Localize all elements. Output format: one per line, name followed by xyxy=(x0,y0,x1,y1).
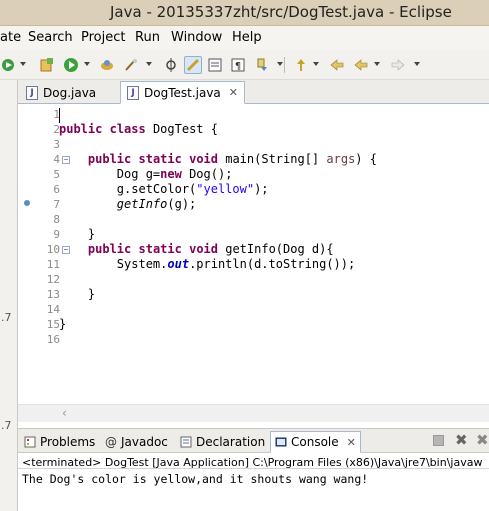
console-output: The Dog's color is yellow,and it shouts … xyxy=(22,472,369,486)
open-type-icon[interactable] xyxy=(98,56,116,74)
menu-project[interactable]: Project xyxy=(81,30,125,45)
javadoc-icon: @ xyxy=(105,435,117,449)
line-number: 9 xyxy=(53,228,60,241)
left-fragment-2: .7 xyxy=(1,419,12,432)
text-cursor xyxy=(59,108,60,123)
back-dropdown-icon[interactable] xyxy=(374,62,380,66)
scroll-left-icon[interactable]: ‹ xyxy=(62,406,67,420)
next-annotation-icon[interactable] xyxy=(162,56,180,74)
terminate-icon[interactable] xyxy=(433,435,444,446)
tab-label: Dog.java xyxy=(43,85,97,100)
close-icon[interactable]: ✕ xyxy=(229,86,238,99)
line-number: 15 xyxy=(46,318,60,331)
menu-window[interactable]: Window xyxy=(171,30,222,45)
line-number: 5 xyxy=(53,168,60,181)
console-view[interactable]: <terminated> DogTest [Java Application] … xyxy=(18,453,489,511)
remove-all-icon[interactable]: ✖ xyxy=(476,431,489,449)
tab-problems[interactable]: Problems xyxy=(20,431,99,453)
menu-search[interactable]: Search xyxy=(28,30,73,45)
line-number: 4 xyxy=(53,153,60,166)
tab-dog-java[interactable]: J Dog.java xyxy=(20,81,102,104)
line-number: 1 xyxy=(53,108,60,121)
bottom-view-tabs: Problems @ Javadoc Declaration Console ✕… xyxy=(18,428,489,453)
line-number: 16 xyxy=(46,333,60,346)
line-number: 3 xyxy=(53,138,60,151)
toolbar: ¶ xyxy=(0,50,489,80)
mark-occurrences-icon[interactable] xyxy=(184,56,202,74)
search-icon[interactable] xyxy=(122,56,140,74)
code-line-4: public static void main(String[] args) { xyxy=(87,152,377,166)
breakpoint-marker-icon[interactable] xyxy=(24,200,30,206)
code-line-6: g.setColor("yellow"); xyxy=(116,182,269,196)
back-icon[interactable] xyxy=(352,56,370,74)
tab-label: Problems xyxy=(40,435,96,449)
pin-dropdown-icon[interactable] xyxy=(277,62,283,66)
code-line-7: getInfo(g); xyxy=(116,197,197,211)
console-icon xyxy=(275,437,287,447)
code-line-9: } xyxy=(87,227,96,241)
forward-icon[interactable] xyxy=(389,56,407,74)
tab-label: Console xyxy=(291,435,339,449)
menu-run[interactable]: Run xyxy=(135,30,160,45)
menu-bar: ate Search Project Run Window Help xyxy=(0,26,489,50)
tab-declaration[interactable]: Declaration xyxy=(176,431,269,453)
left-view-strip: .7 .7 xyxy=(0,80,18,511)
java-file-icon: J xyxy=(26,85,38,100)
tab-label: Declaration xyxy=(196,435,266,449)
new-icon[interactable] xyxy=(38,56,56,74)
problems-icon xyxy=(24,436,36,448)
svg-text:¶: ¶ xyxy=(235,61,241,72)
line-number: 11 xyxy=(46,258,60,271)
title-bar: Java - 20135337zht/src/DogTest.java - Ec… xyxy=(0,0,489,26)
line-number: 8 xyxy=(53,213,60,226)
tab-javadoc[interactable]: @ Javadoc xyxy=(101,431,172,453)
line-number: 7 xyxy=(53,198,60,211)
declaration-icon xyxy=(180,436,192,448)
tab-dogtest-java[interactable]: J DogTest.java ✕ xyxy=(120,81,246,104)
line-number: 13 xyxy=(46,288,60,301)
search-dropdown-icon[interactable] xyxy=(146,62,152,66)
line-number: 14 xyxy=(46,303,60,316)
left-fragment-1: .7 xyxy=(1,311,12,324)
tab-console[interactable]: Console ✕ xyxy=(270,431,361,453)
menu-help[interactable]: Help xyxy=(232,30,262,45)
remove-launch-icon[interactable]: ✖ xyxy=(455,431,468,449)
console-divider xyxy=(18,468,489,469)
code-editor[interactable]: 1 2 3 4 5 6 7 8 9 10 11 12 13 14 15 16 −… xyxy=(18,104,489,404)
close-icon[interactable]: ✕ xyxy=(347,436,356,449)
code-line-5: Dog g=new Dog(); xyxy=(116,167,233,181)
forward-dropdown-icon[interactable] xyxy=(414,62,420,66)
code-line-15: } xyxy=(59,317,67,331)
tab-label: Javadoc xyxy=(121,435,168,449)
line-number: 6 xyxy=(53,183,60,196)
last-edit-icon[interactable] xyxy=(328,56,346,74)
editor-tabs: J Dog.java J DogTest.java ✕ xyxy=(18,80,489,104)
code-line-11: System.out.println(d.toString()); xyxy=(116,257,356,271)
debug-dropdown-icon[interactable] xyxy=(20,62,26,66)
code-line-2: public class DogTest { xyxy=(59,122,218,136)
code-line-10: public static void getInfo(Dog d){ xyxy=(87,242,334,256)
next-edit-icon[interactable] xyxy=(292,56,310,74)
next-edit-dropdown-icon[interactable] xyxy=(313,62,319,66)
menu-update[interactable]: ate xyxy=(0,30,21,45)
window-title: Java - 20135337zht/src/DogTest.java - Ec… xyxy=(110,3,452,21)
code-line-13: } xyxy=(87,287,96,301)
debug-icon[interactable] xyxy=(0,56,18,74)
tab-label: DogTest.java xyxy=(144,85,221,100)
show-whitespace-icon[interactable]: ¶ xyxy=(229,56,247,74)
block-selection-icon[interactable] xyxy=(206,56,224,74)
java-file-icon: J xyxy=(127,85,139,100)
run-dropdown-icon[interactable] xyxy=(84,62,90,66)
editor-horizontal-scrollbar[interactable]: ‹ xyxy=(18,404,489,422)
line-number: 12 xyxy=(46,273,60,286)
annotation-ruler xyxy=(18,104,32,404)
line-number: 10 xyxy=(46,243,60,256)
pin-icon[interactable] xyxy=(253,56,271,74)
line-number: 2 xyxy=(53,123,60,136)
toolbar-divider xyxy=(284,57,285,73)
run-icon[interactable] xyxy=(62,56,80,74)
